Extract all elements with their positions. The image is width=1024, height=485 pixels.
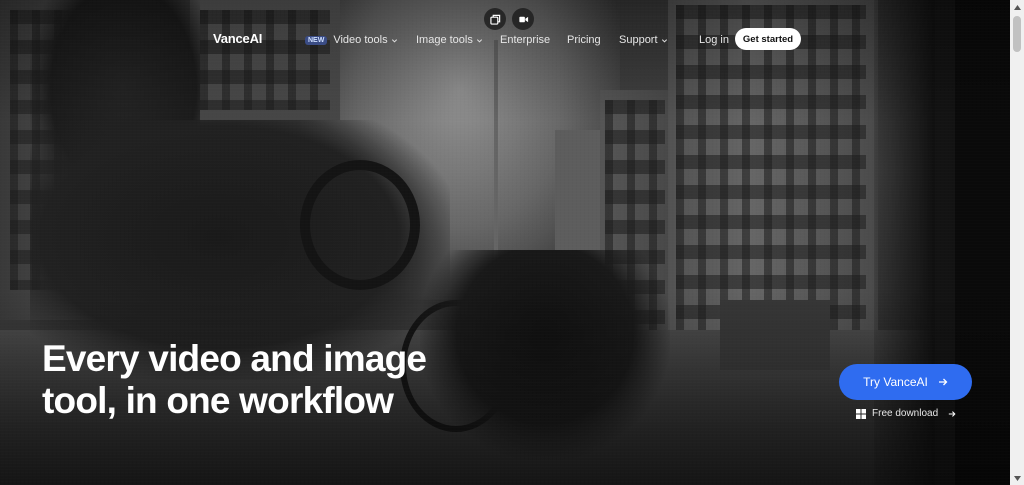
logo[interactable]: VanceAI <box>213 31 262 46</box>
top-navigation: VanceAI NEW Video tools Image tools Ente… <box>0 28 1024 52</box>
image-mode-button[interactable] <box>484 8 506 30</box>
chevron-down-icon <box>391 38 397 43</box>
nav-enterprise-label: Enterprise <box>500 34 551 46</box>
nav-enterprise[interactable]: Enterprise <box>500 34 550 46</box>
nav-image-tools-label: Image tools <box>416 34 473 46</box>
video-play-icon <box>518 16 528 22</box>
new-badge: NEW <box>305 35 328 45</box>
chevron-down-icon <box>476 38 482 43</box>
nav-support-label: Support <box>619 34 658 46</box>
page-scrollbar[interactable] <box>1010 0 1024 485</box>
windows-icon <box>856 408 866 419</box>
triangle-up-icon <box>1013 4 1021 10</box>
triangle-down-icon <box>1013 475 1021 481</box>
arrow-right-icon <box>938 378 948 386</box>
chevron-down-icon <box>661 38 667 43</box>
login-link[interactable]: Log in <box>699 34 729 46</box>
try-vanceai-label: Try VanceAI <box>863 375 928 389</box>
free-download-link[interactable]: Free download <box>856 408 956 419</box>
scroll-up-arrow[interactable] <box>1010 0 1024 14</box>
hero-headline: Every video and image tool, in one workf… <box>42 338 462 422</box>
hero-headline-line2: tool, in one workflow <box>42 380 394 421</box>
try-vanceai-button[interactable]: Try VanceAI <box>839 364 972 400</box>
nav-video-tools[interactable]: NEW Video tools <box>305 34 398 46</box>
free-download-label: Free download <box>872 408 939 419</box>
scroll-down-arrow[interactable] <box>1010 471 1024 485</box>
nav-pricing[interactable]: Pricing <box>567 34 601 46</box>
nav-pricing-label: Pricing <box>567 34 601 46</box>
get-started-button[interactable]: Get started <box>735 28 801 50</box>
hero-headline-line1: Every video and image <box>42 338 427 379</box>
video-mode-button[interactable] <box>512 8 534 30</box>
scroll-thumb[interactable] <box>1013 16 1021 52</box>
media-toggle <box>484 8 534 30</box>
image-gallery-icon <box>489 14 500 25</box>
nav-video-tools-label: Video tools <box>333 34 388 46</box>
nav-image-tools[interactable]: Image tools <box>416 34 483 46</box>
arrow-right-icon <box>948 410 956 417</box>
nav-support[interactable]: Support <box>619 34 668 46</box>
